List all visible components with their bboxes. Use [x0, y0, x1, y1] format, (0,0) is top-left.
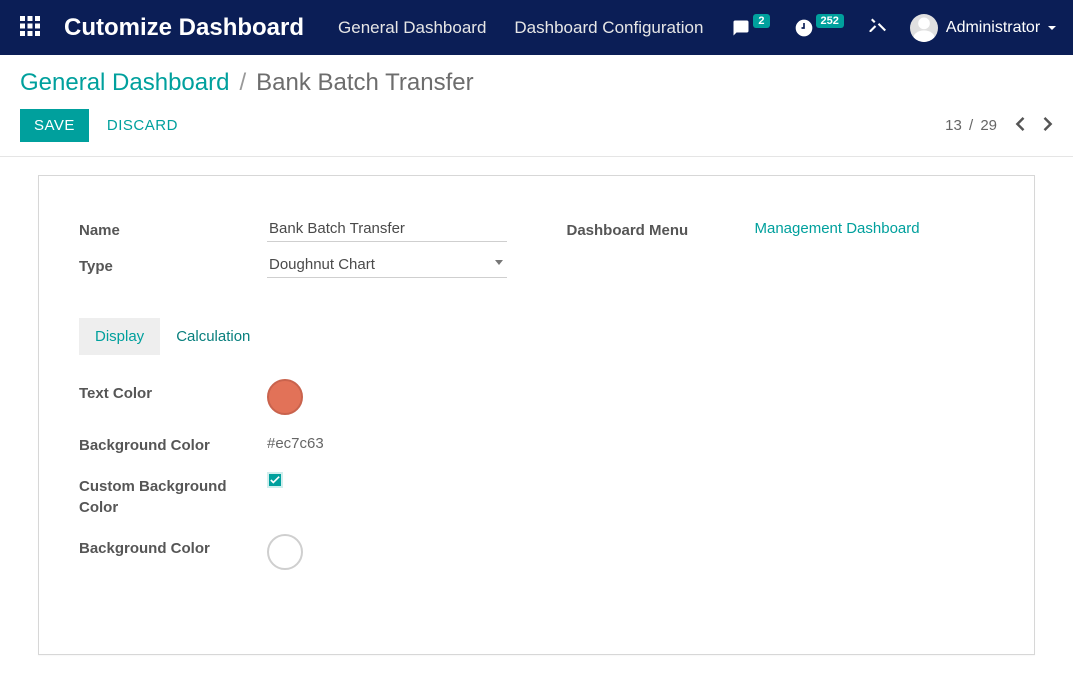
tab-calculation[interactable]: Calculation: [160, 318, 266, 355]
type-label: Type: [79, 252, 267, 277]
type-select[interactable]: [267, 252, 507, 278]
clock-icon: [794, 18, 814, 38]
bg-color-value: #ec7c63: [267, 435, 324, 452]
bg-color-label: Background Color: [79, 431, 267, 456]
tab-display[interactable]: Display: [79, 318, 160, 355]
pager-next[interactable]: [1043, 117, 1053, 135]
check-icon: [270, 475, 280, 485]
nav-dashboard-config[interactable]: Dashboard Configuration: [514, 18, 703, 38]
pager-prev[interactable]: [1015, 117, 1025, 135]
name-input[interactable]: [267, 216, 507, 242]
apps-icon[interactable]: [18, 14, 42, 41]
chat-icon: [731, 19, 751, 37]
top-navbar: Cutomize Dashboard General Dashboard Das…: [0, 0, 1073, 55]
custom-bg-checkbox[interactable]: [267, 472, 283, 488]
brand-title: Cutomize Dashboard: [64, 14, 304, 42]
chevron-left-icon: [1015, 117, 1025, 131]
user-name: Administrator: [946, 19, 1040, 37]
breadcrumb: General Dashboard / Bank Batch Transfer: [0, 55, 1073, 103]
dashboard-menu-link[interactable]: Management Dashboard: [755, 220, 920, 237]
debug-button[interactable]: [868, 17, 886, 38]
activities-badge: 252: [816, 14, 844, 28]
chevron-right-icon: [1043, 117, 1053, 131]
custom-bg-label: Custom Background Color: [79, 472, 267, 518]
bg-color-swatch-label: Background Color: [79, 534, 267, 559]
avatar: [910, 14, 938, 42]
form-sheet: Name Type: [38, 175, 1035, 655]
pager: 13 / 29: [945, 117, 1053, 135]
messages-badge: 2: [753, 14, 769, 28]
control-bar: SAVE DISCARD 13 / 29: [0, 103, 1073, 157]
save-button[interactable]: SAVE: [20, 109, 89, 142]
dashboard-menu-label: Dashboard Menu: [567, 216, 755, 241]
text-color-swatch[interactable]: [267, 379, 303, 415]
nav-general-dashboard[interactable]: General Dashboard: [338, 18, 486, 38]
pager-total: 29: [980, 117, 997, 134]
activities-button[interactable]: 252: [794, 18, 844, 38]
text-color-label: Text Color: [79, 379, 267, 404]
discard-button[interactable]: DISCARD: [107, 117, 178, 134]
chevron-down-icon: [1048, 26, 1056, 30]
pager-pos: 13: [945, 117, 962, 134]
breadcrumb-parent[interactable]: General Dashboard: [20, 69, 229, 97]
tabs: Display Calculation: [79, 318, 994, 355]
tools-icon: [868, 17, 886, 35]
pager-sep: /: [965, 117, 978, 134]
user-menu[interactable]: Administrator: [910, 14, 1056, 42]
user-icon: [910, 14, 938, 42]
messages-button[interactable]: 2: [731, 19, 769, 37]
breadcrumb-current: Bank Batch Transfer: [256, 69, 473, 97]
bg-color-swatch[interactable]: [267, 534, 303, 570]
breadcrumb-separator: /: [239, 69, 246, 97]
name-label: Name: [79, 216, 267, 241]
